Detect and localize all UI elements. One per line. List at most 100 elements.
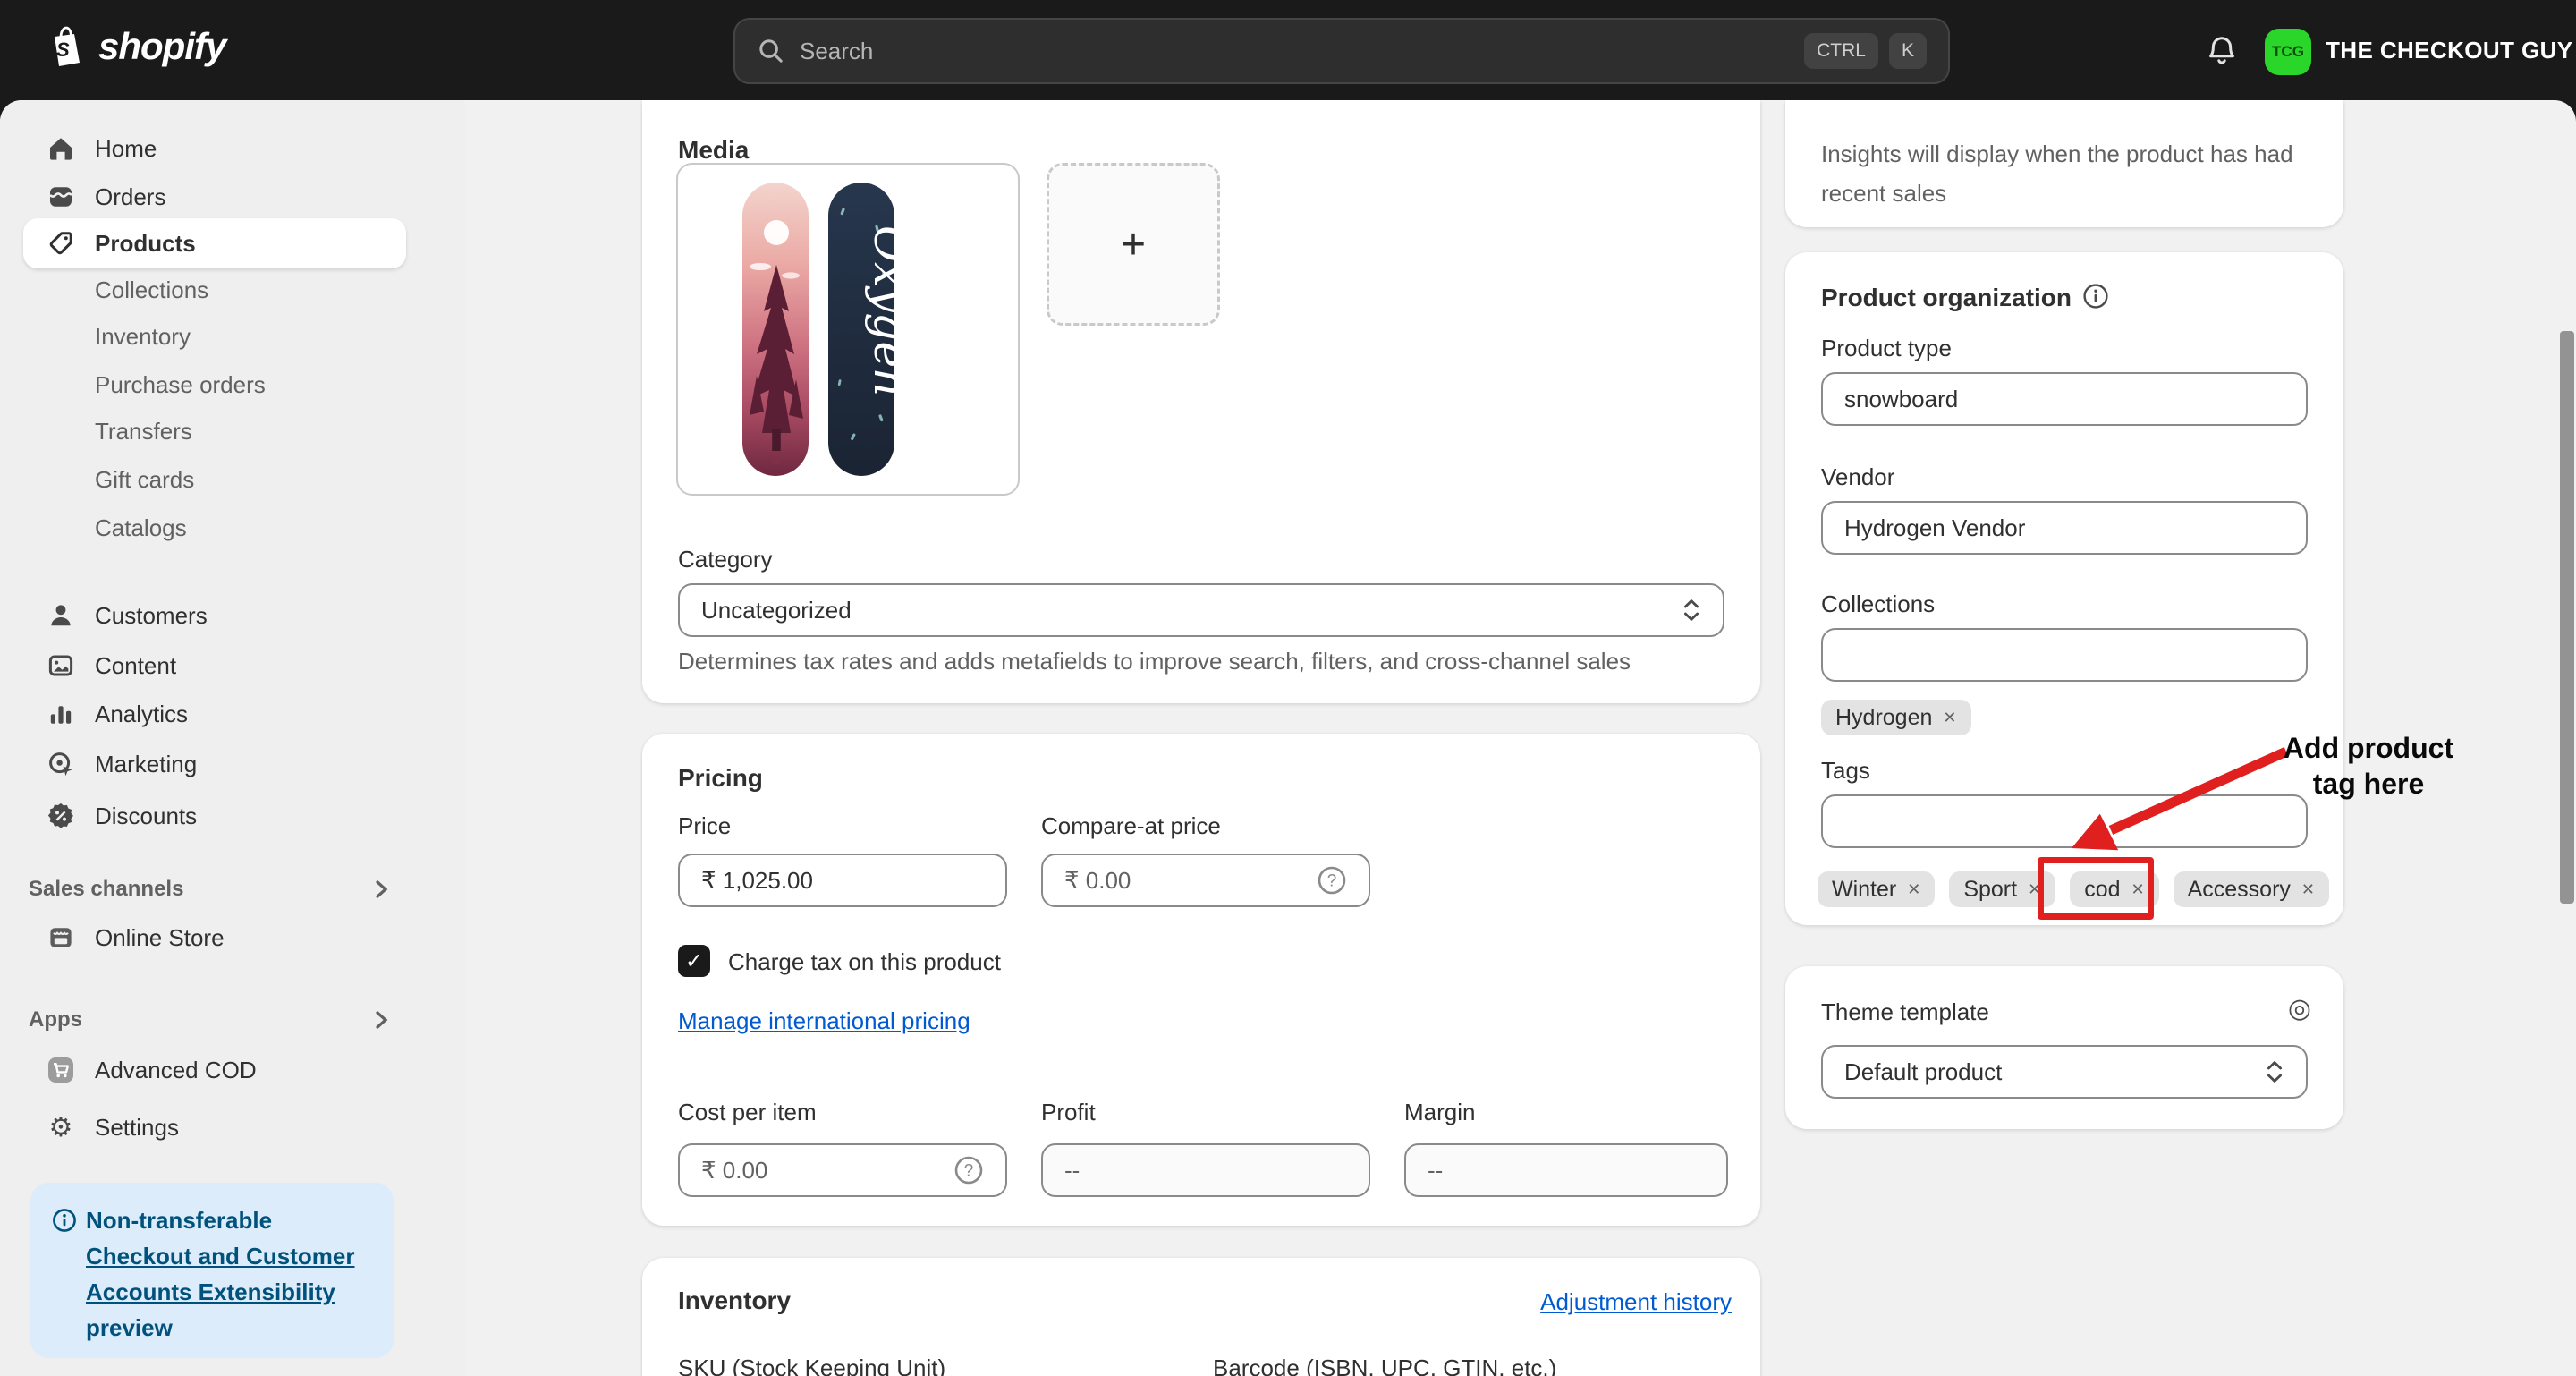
cost-value: ₹ 0.00 <box>701 1157 767 1185</box>
content-viewport: Home Orders Products Collections Invento… <box>0 100 2576 1376</box>
kbd-k: K <box>1889 33 1927 69</box>
sidebar-item-catalogs[interactable]: Catalogs <box>23 503 406 553</box>
help-question-icon[interactable]: ? <box>1317 865 1347 896</box>
sidebar-item-analytics[interactable]: Analytics <box>23 689 406 739</box>
profit-value: -- <box>1064 1157 1080 1185</box>
theme-template-select[interactable]: Default product <box>1821 1045 2308 1099</box>
online-store-icon <box>47 923 75 952</box>
apps-header[interactable]: Apps <box>23 995 406 1045</box>
notifications-bell-icon[interactable] <box>2204 34 2240 70</box>
product-organization-title: Product organization <box>1821 283 2109 312</box>
svg-text:?: ? <box>964 1162 974 1181</box>
sidebar-item-inventory[interactable]: Inventory <box>23 311 406 361</box>
kbd-ctrl: CTRL <box>1804 33 1878 69</box>
insights-text: Insights will display when the product h… <box>1821 134 2315 213</box>
compare-at-price-input[interactable]: ₹ 0.00 ? <box>1041 854 1370 907</box>
svg-text:Oxygen: Oxygen <box>864 225 916 396</box>
barcode-label: Barcode (ISBN, UPC, GTIN, etc.) <box>1213 1355 1556 1376</box>
category-help-text: Determines tax rates and adds metafields… <box>678 648 1724 675</box>
snowboard-image: Oxygen <box>678 165 1018 494</box>
sidebar-item-label: Marketing <box>95 751 197 778</box>
sidebar-item-customers[interactable]: Customers <box>23 590 406 641</box>
vendor-input[interactable]: Hydrogen Vendor <box>1821 501 2308 555</box>
insights-card: Insights will display when the product h… <box>1785 100 2343 227</box>
shopify-logo[interactable]: S shopify <box>47 25 225 68</box>
brand-wordmark: shopify <box>98 25 225 68</box>
pricing-title: Pricing <box>678 764 763 793</box>
product-type-input[interactable]: snowboard <box>1821 372 2308 426</box>
media-title: Media <box>678 136 749 165</box>
inventory-card: Inventory Adjustment history SKU (Stock … <box>642 1258 1760 1376</box>
annotation-line2: tag here <box>2261 766 2476 802</box>
sidebar-item-transfers[interactable]: Transfers <box>23 406 406 456</box>
svg-text:S: S <box>56 38 70 61</box>
sales-channels-header[interactable]: Sales channels <box>23 864 406 914</box>
manage-international-pricing-link[interactable]: Manage international pricing <box>678 1007 970 1035</box>
sidebar-item-label: Online Store <box>95 924 225 952</box>
sidebar-item-products[interactable]: Products <box>23 218 406 268</box>
sidebar-item-collections[interactable]: Collections <box>23 265 406 315</box>
chevron-right-icon <box>370 879 392 900</box>
price-label: Price <box>678 812 731 840</box>
media-category-card: Media <box>642 100 1760 703</box>
sidebar-item-label: Settings <box>95 1114 179 1142</box>
cost-per-item-input[interactable]: ₹ 0.00 ? <box>678 1143 1007 1197</box>
extensibility-notice: Non-transferable Checkout and Customer A… <box>30 1183 394 1358</box>
sidebar-item-label: Discounts <box>95 803 197 830</box>
sidebar-item-discounts[interactable]: Discounts <box>23 791 406 841</box>
sidebar-item-purchase-orders[interactable]: Purchase orders <box>23 360 406 410</box>
margin-input[interactable]: -- <box>1404 1143 1728 1197</box>
annotation-text: Add product tag here <box>2261 730 2476 802</box>
sidebar-item-advanced-cod[interactable]: Advanced COD <box>23 1045 406 1095</box>
select-chevrons-icon <box>2265 1057 2284 1086</box>
adjustment-history-link[interactable]: Adjustment history <box>1540 1288 1732 1316</box>
info-icon[interactable] <box>2082 283 2109 310</box>
theme-template-label: Theme template <box>1821 998 1989 1026</box>
sidebar-item-label: Products <box>95 230 196 258</box>
sidebar-item-orders[interactable]: Orders <box>23 172 406 222</box>
remove-icon[interactable]: ✕ <box>1943 709 1956 727</box>
avatar[interactable]: TCG <box>2265 29 2311 75</box>
sidebar-item-content[interactable]: Content <box>23 641 406 691</box>
notice-prefix: Non-transferable <box>86 1207 272 1234</box>
search-input[interactable]: Search CTRL K <box>733 18 1950 84</box>
customers-icon <box>47 601 75 630</box>
help-question-icon[interactable]: ? <box>953 1155 984 1185</box>
eye-icon[interactable]: ◎ <box>2288 995 2311 1024</box>
price-value: ₹ 1,025.00 <box>701 867 813 895</box>
sidebar-item-online-store[interactable]: Online Store <box>23 913 406 963</box>
price-input[interactable]: ₹ 1,025.00 <box>678 854 1007 907</box>
margin-value: -- <box>1428 1157 1443 1185</box>
tag-chip-winter[interactable]: Winter✕ <box>1818 871 1935 907</box>
theme-template-card: Theme template ◎ Default product <box>1785 966 2343 1129</box>
profit-input[interactable]: -- <box>1041 1143 1370 1197</box>
sidebar-item-marketing[interactable]: Marketing <box>23 739 406 789</box>
select-chevrons-icon <box>1682 596 1701 624</box>
plus-icon: + <box>1121 220 1146 269</box>
svg-text:?: ? <box>1327 872 1337 891</box>
home-icon <box>47 134 75 163</box>
charge-tax-checkbox[interactable]: ✓ <box>678 945 710 977</box>
category-value: Uncategorized <box>701 597 852 624</box>
remove-icon[interactable]: ✕ <box>1907 880 1920 899</box>
add-media-button[interactable]: + <box>1046 163 1220 326</box>
sidebar-item-settings[interactable]: ⚙ Settings <box>23 1102 406 1152</box>
collection-chip-hydrogen[interactable]: Hydrogen ✕ <box>1821 700 1971 735</box>
extensibility-preview-link[interactable]: Checkout and Customer Accounts Extensibi… <box>86 1243 355 1305</box>
search-icon <box>757 37 785 65</box>
notice-suffix: preview <box>86 1314 173 1341</box>
user-menu[interactable]: THE CHECKOUT GUY <box>2326 0 2573 100</box>
vendor-value: Hydrogen Vendor <box>1844 514 2025 542</box>
scrollbar-thumb[interactable] <box>2560 331 2574 904</box>
sidebar-item-gift-cards[interactable]: Gift cards <box>23 454 406 505</box>
sidebar-item-home[interactable]: Home <box>23 123 406 174</box>
sku-label: SKU (Stock Keeping Unit) <box>678 1355 945 1376</box>
gear-icon: ⚙ <box>47 1113 75 1142</box>
sidebar-item-label: Inventory <box>95 323 191 351</box>
sidebar-item-label: Home <box>95 135 157 163</box>
products-tag-icon <box>47 229 75 258</box>
sidebar-item-label: Gift cards <box>95 466 194 494</box>
collections-input[interactable] <box>1821 628 2308 682</box>
product-media-thumbnail[interactable]: Oxygen <box>676 163 1020 496</box>
category-select[interactable]: Uncategorized <box>678 583 1724 637</box>
